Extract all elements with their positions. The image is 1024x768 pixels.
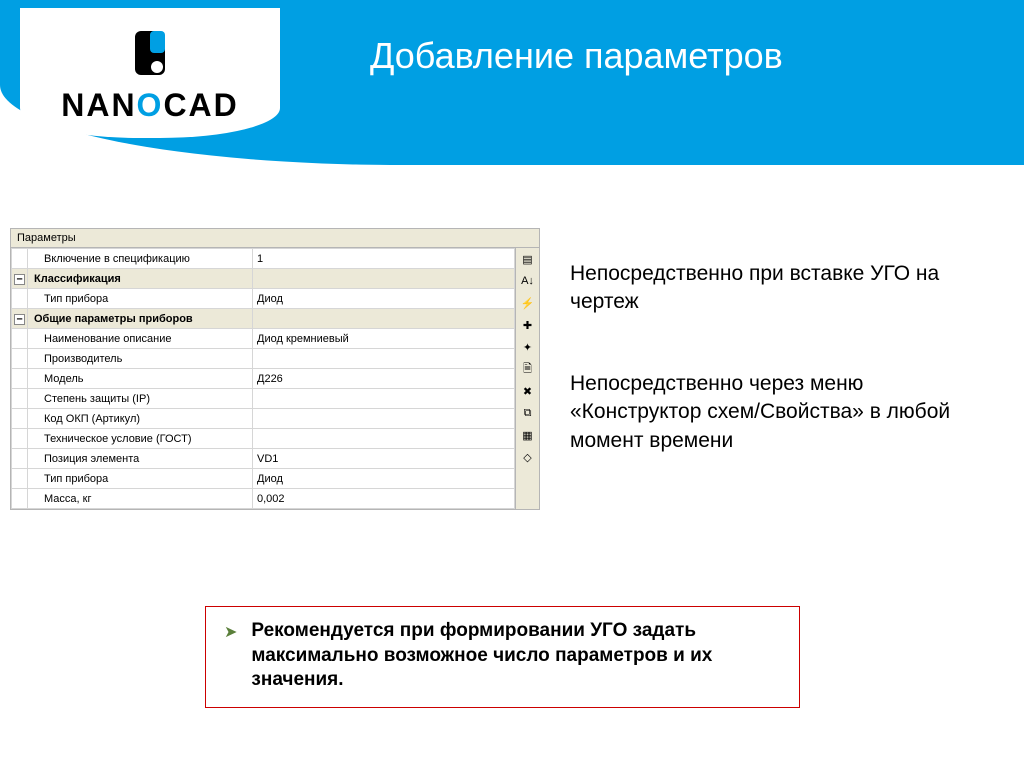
recommendation-text: Рекомендуется при формировании УГО задат…	[251, 619, 781, 693]
expand-cell[interactable]: −	[12, 309, 28, 329]
table-row[interactable]: Тип прибораДиод	[12, 289, 515, 309]
expand-cell[interactable]: −	[12, 269, 28, 289]
table-row[interactable]: МодельД226	[12, 369, 515, 389]
parameters-grid: Включение в спецификацию1−КлассификацияТ…	[11, 248, 515, 509]
param-name-cell: Включение в спецификацию	[28, 249, 253, 269]
recommendation-box: ➤ Рекомендуется при формировании УГО зад…	[205, 606, 800, 708]
bullet-icon: ➤	[224, 622, 237, 642]
param-value-cell	[253, 309, 515, 329]
param-value-cell[interactable]: 0,002	[253, 489, 515, 509]
param-value-cell[interactable]: Диод кремниевый	[253, 329, 515, 349]
expand-cell	[12, 449, 28, 469]
spark-icon: ✦	[523, 341, 532, 354]
param-name-cell: Тип прибора	[28, 289, 253, 309]
param-name-cell: Общие параметры приборов	[28, 309, 253, 329]
param-name-cell: Техническое условие (ГОСТ)	[28, 429, 253, 449]
table-row[interactable]: Техническое условие (ГОСТ)	[12, 429, 515, 449]
collapse-icon[interactable]: −	[14, 274, 25, 285]
table-row[interactable]: Тип прибораДиод	[12, 469, 515, 489]
expand-cell	[12, 409, 28, 429]
collapse-icon[interactable]: −	[14, 314, 25, 325]
delete-button[interactable]: ✖	[519, 382, 537, 400]
props-icon: 🗎	[523, 360, 532, 379]
param-name-cell: Классификация	[28, 269, 253, 289]
brand-wordmark: NANOCAD	[61, 87, 239, 124]
clear-button[interactable]: ◇	[519, 448, 537, 466]
table-row[interactable]: Код ОКП (Артикул)	[12, 409, 515, 429]
note-via-menu: Непосредственно через меню «Конструктор …	[570, 370, 1000, 455]
param-value-cell[interactable]	[253, 409, 515, 429]
param-name-cell: Позиция элемента	[28, 449, 253, 469]
expand-cell	[12, 349, 28, 369]
param-name-cell: Код ОКП (Артикул)	[28, 409, 253, 429]
param-name-cell: Наименование описание	[28, 329, 253, 349]
slide-title: Добавление параметров	[370, 35, 783, 77]
param-value-cell[interactable]: Диод	[253, 289, 515, 309]
expand-cell	[12, 329, 28, 349]
table-row[interactable]: Степень защиты (IP)	[12, 389, 515, 409]
categorize-button[interactable]: ▤	[519, 250, 537, 268]
table-row[interactable]: Производитель	[12, 349, 515, 369]
param-name-cell: Масса, кг	[28, 489, 253, 509]
param-value-cell[interactable]	[253, 429, 515, 449]
expand-cell	[12, 469, 28, 489]
param-value-cell[interactable]: 1	[253, 249, 515, 269]
panel-title: Параметры	[11, 229, 539, 248]
add-icon: ✚	[523, 319, 532, 332]
slide-header: NANOCAD Добавление параметров	[0, 0, 1024, 165]
param-value-cell	[253, 269, 515, 289]
note-insert-on-drawing: Непосредственно при вставке УГО на черте…	[570, 260, 1000, 317]
sort-az-button[interactable]: A↓	[519, 272, 537, 290]
brand-logo-icon	[120, 23, 180, 83]
expand-cell	[12, 489, 28, 509]
expand-cell	[12, 429, 28, 449]
panel-toolbar: ▤ A↓ ⚡ ✚ ✦ 🗎 ✖ ⧉ ▦ ◇	[515, 248, 539, 509]
filter-icon: ⚡	[521, 297, 535, 310]
delete-icon: ✖	[523, 385, 532, 398]
props-button[interactable]: 🗎	[519, 360, 537, 378]
table-row[interactable]: Наименование описаниеДиод кремниевый	[12, 329, 515, 349]
table-row[interactable]: Масса, кг0,002	[12, 489, 515, 509]
clear-icon: ◇	[523, 451, 531, 464]
table-row[interactable]: Включение в спецификацию1	[12, 249, 515, 269]
param-value-cell[interactable]	[253, 389, 515, 409]
spark-button[interactable]: ✦	[519, 338, 537, 356]
add-button[interactable]: ✚	[519, 316, 537, 334]
param-value-cell[interactable]	[253, 349, 515, 369]
param-value-cell[interactable]: Диод	[253, 469, 515, 489]
filter-button[interactable]: ⚡	[519, 294, 537, 312]
param-value-cell[interactable]: Д226	[253, 369, 515, 389]
copy-icon: ⧉	[524, 407, 532, 420]
table-row[interactable]: −Классификация	[12, 269, 515, 289]
param-name-cell: Модель	[28, 369, 253, 389]
expand-cell	[12, 249, 28, 269]
logo-area: NANOCAD	[20, 8, 280, 138]
param-name-cell: Степень защиты (IP)	[28, 389, 253, 409]
param-value-cell[interactable]: VD1	[253, 449, 515, 469]
copy-button[interactable]: ⧉	[519, 404, 537, 422]
sort-az-icon: A↓	[521, 275, 534, 287]
expand-cell	[12, 369, 28, 389]
param-name-cell: Тип прибора	[28, 469, 253, 489]
expand-cell	[12, 389, 28, 409]
apply-button[interactable]: ▦	[519, 426, 537, 444]
parameters-panel: Параметры Включение в спецификацию1−Клас…	[10, 228, 540, 510]
categorize-icon: ▤	[522, 253, 532, 266]
param-name-cell: Производитель	[28, 349, 253, 369]
table-row[interactable]: Позиция элементаVD1	[12, 449, 515, 469]
expand-cell	[12, 289, 28, 309]
table-row[interactable]: −Общие параметры приборов	[12, 309, 515, 329]
apply-icon: ▦	[522, 429, 532, 442]
